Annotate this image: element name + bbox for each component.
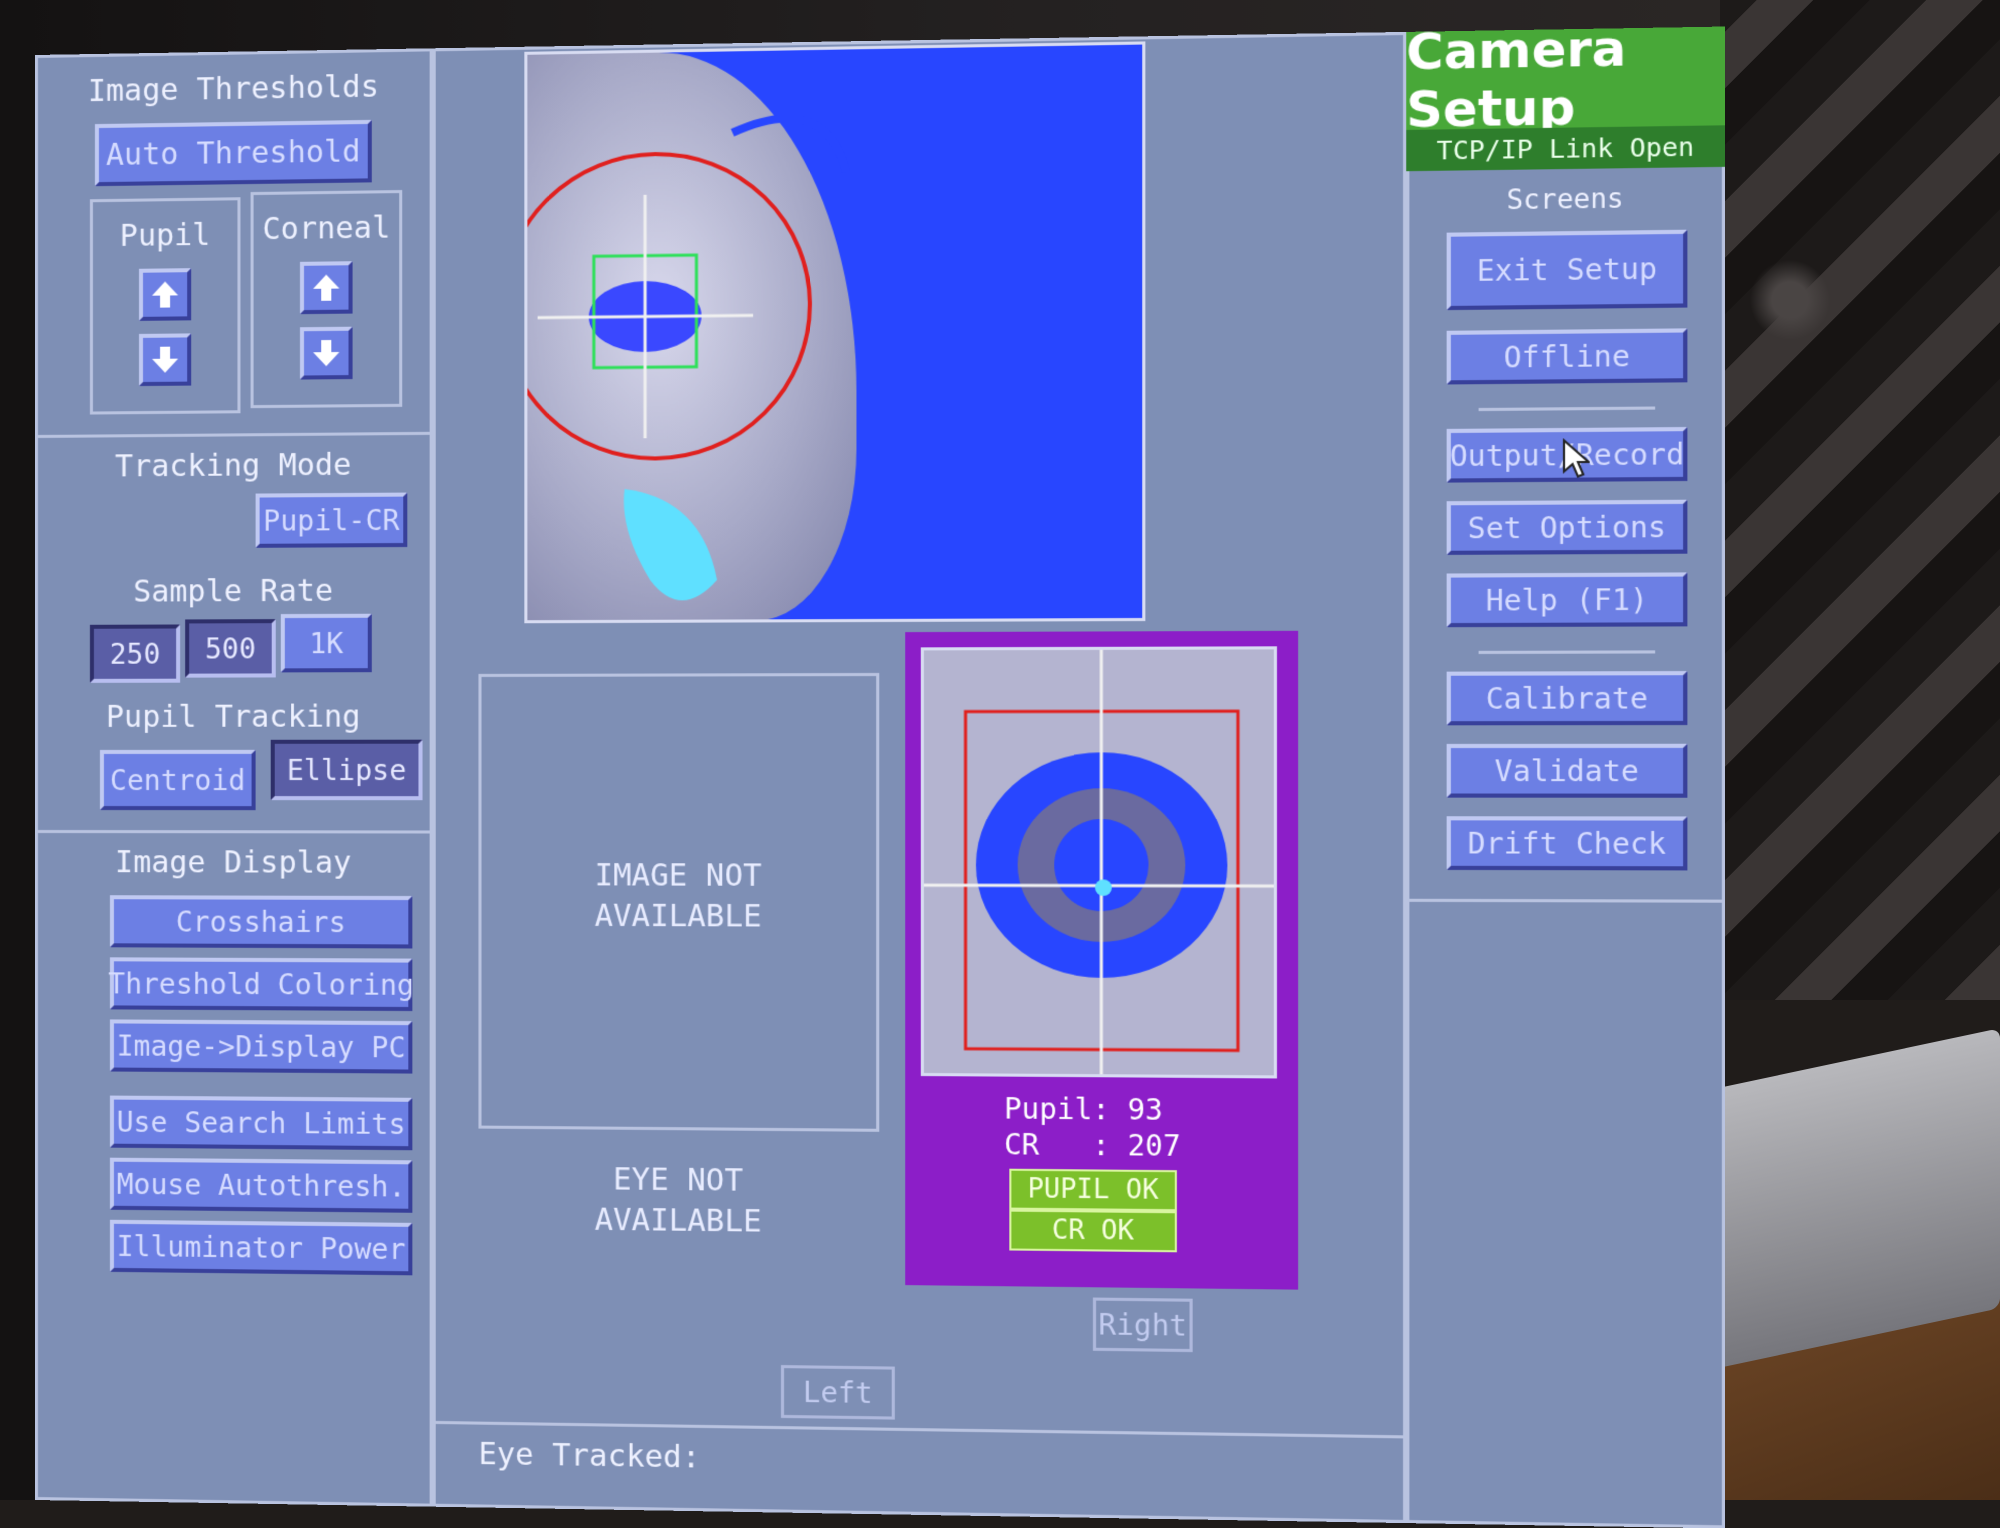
sample-rate-1k-button[interactable]: 1K bbox=[281, 614, 372, 673]
help-f1-button[interactable]: Help (F1) bbox=[1447, 572, 1688, 627]
pupil-cr-button[interactable]: Pupil-CR bbox=[256, 493, 408, 548]
exit-setup-button[interactable]: Exit Setup bbox=[1447, 230, 1688, 310]
image-thresholds-title: Image Thresholds bbox=[35, 68, 433, 110]
corneal-down-arrow-icon[interactable] bbox=[300, 327, 353, 380]
offline-button[interactable]: Offline bbox=[1447, 328, 1688, 384]
head-camera-image bbox=[524, 41, 1145, 623]
pupil-readout: Pupil: 93 bbox=[1004, 1092, 1163, 1127]
divider bbox=[35, 830, 433, 834]
right-eye-panel: Pupil: 93 CR : 207 PUPIL OK CR OK bbox=[905, 631, 1298, 1290]
centroid-button[interactable]: Centroid bbox=[100, 750, 256, 810]
tcp-ip-link-status: TCP/IP Link Open bbox=[1406, 125, 1725, 171]
screens-label: Screens bbox=[1406, 182, 1725, 217]
calibrate-button[interactable]: Calibrate bbox=[1447, 671, 1688, 725]
threshold-coloring-button[interactable]: Threshold Coloring bbox=[110, 957, 412, 1011]
left-eye-button[interactable]: Left bbox=[781, 1365, 895, 1420]
corneal-threshold-label: Corneal bbox=[251, 210, 403, 247]
right-eye-button[interactable]: Right bbox=[1093, 1298, 1193, 1353]
eye-not-available-line1: EYE NOT bbox=[478, 1159, 879, 1203]
eye-not-available-line2: AVAILABLE bbox=[478, 1199, 879, 1244]
sample-rate-250-button[interactable]: 250 bbox=[90, 624, 180, 682]
sample-rate-500-button[interactable]: 500 bbox=[185, 619, 276, 678]
ellipse-button[interactable]: Ellipse bbox=[271, 740, 423, 801]
image-display-pc-button[interactable]: Image->Display PC bbox=[110, 1019, 412, 1073]
tracking-mode-title: Tracking Mode bbox=[35, 447, 433, 485]
pupil-up-arrow-icon[interactable] bbox=[139, 268, 191, 321]
pupil-ok-status: PUPIL OK bbox=[1009, 1169, 1177, 1212]
image-display-title: Image Display bbox=[35, 845, 433, 881]
tracking-overlay bbox=[527, 44, 1145, 623]
auto-threshold-button[interactable]: Auto Threshold bbox=[95, 120, 372, 186]
eye-tracked-label: Eye Tracked: bbox=[478, 1437, 744, 1477]
cr-ok-status: CR OK bbox=[1009, 1210, 1177, 1253]
divider bbox=[1479, 650, 1656, 654]
corneal-up-arrow-icon[interactable] bbox=[300, 261, 353, 314]
eye-camera-image bbox=[921, 646, 1277, 1078]
cr-readout: CR : 207 bbox=[1004, 1128, 1181, 1163]
image-not-available-line2: AVAILABLE bbox=[478, 896, 879, 938]
pupil-overlay bbox=[924, 649, 1277, 1078]
use-search-limits-button[interactable]: Use Search Limits bbox=[110, 1096, 412, 1151]
acoustic-foam-wall bbox=[1700, 0, 2000, 1000]
pupil-tracking-title: Pupil Tracking bbox=[35, 699, 433, 735]
eyetracker-screen: Image Thresholds Auto Threshold Pupil Co… bbox=[35, 27, 1725, 1528]
pupil-down-arrow-icon[interactable] bbox=[139, 333, 191, 386]
illuminator-power-button[interactable]: Illuminator Power bbox=[110, 1220, 412, 1276]
camera-setup-title: Camera Setup bbox=[1406, 27, 1725, 130]
sample-rate-title: Sample Rate bbox=[35, 573, 433, 610]
mouse-autothresh-button[interactable]: Mouse Autothresh. bbox=[110, 1158, 412, 1213]
validate-button[interactable]: Validate bbox=[1447, 744, 1688, 798]
set-options-button[interactable]: Set Options bbox=[1447, 500, 1688, 555]
drift-check-button[interactable]: Drift Check bbox=[1447, 816, 1688, 870]
pupil-threshold-label: Pupil bbox=[90, 217, 241, 254]
image-not-available-line1: IMAGE NOT bbox=[478, 856, 879, 898]
crosshairs-button[interactable]: Crosshairs bbox=[110, 895, 412, 948]
mouse-cursor-icon bbox=[1562, 438, 1590, 480]
